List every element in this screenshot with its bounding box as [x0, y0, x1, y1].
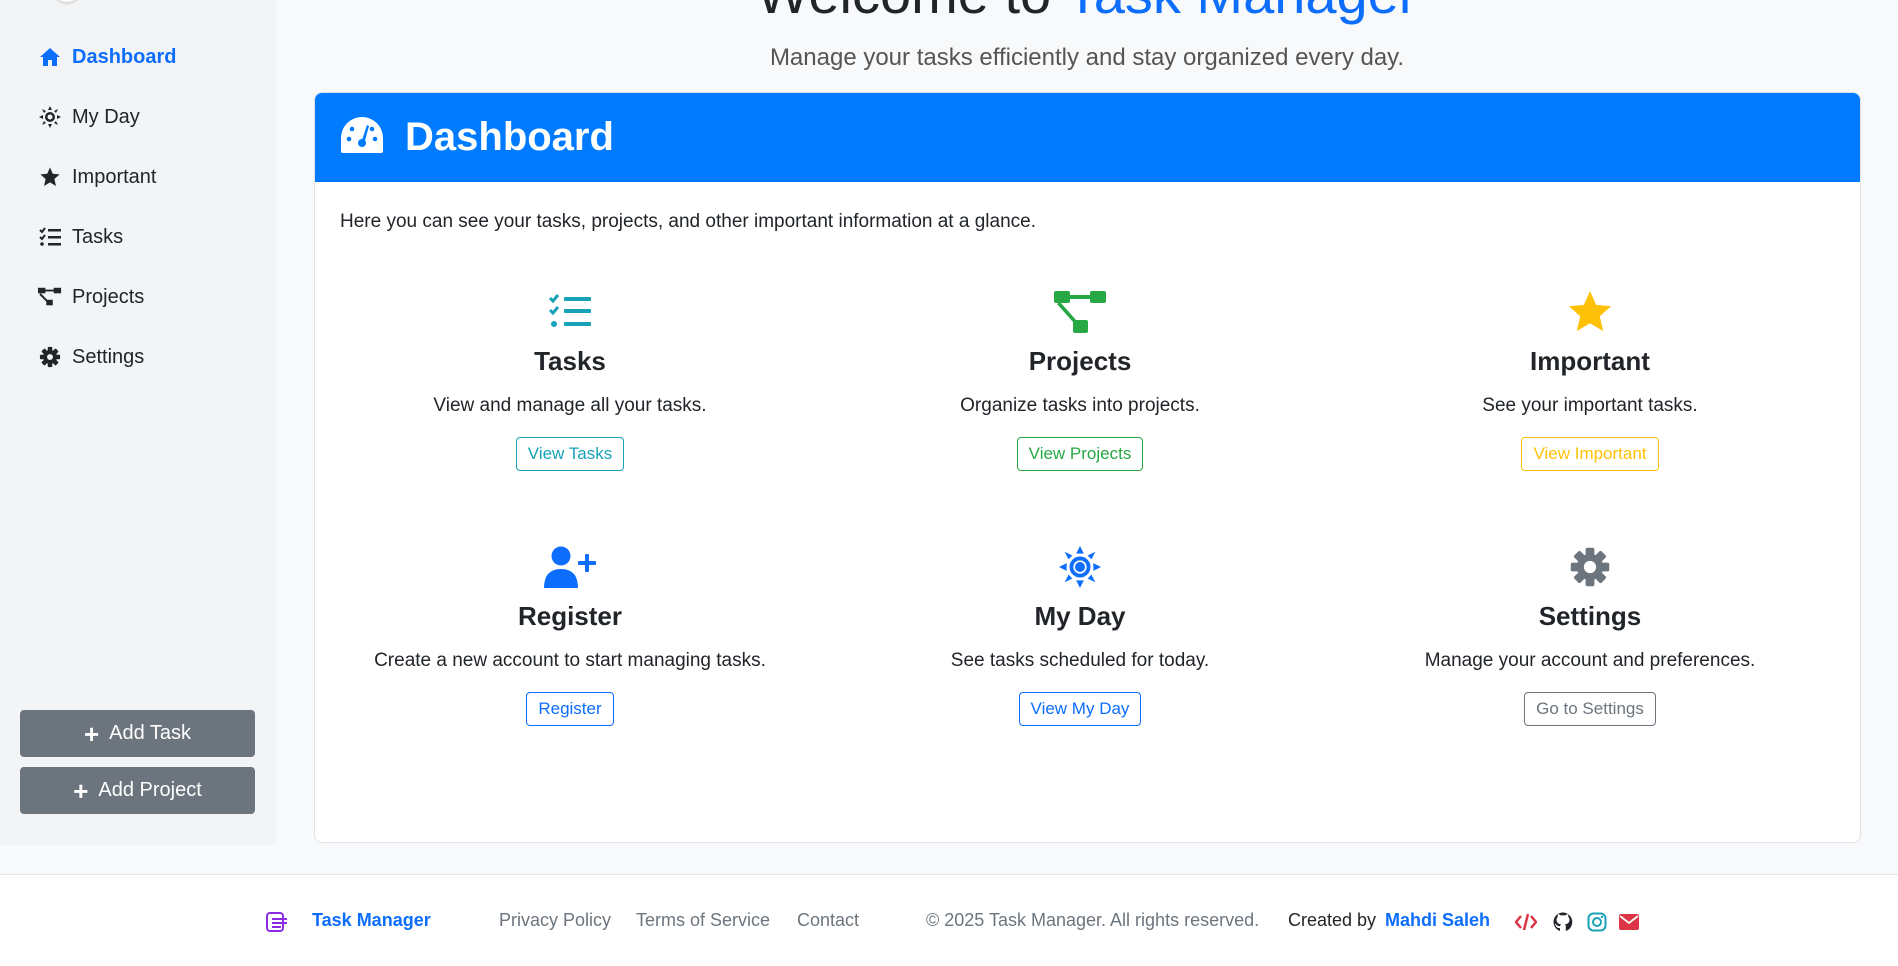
welcome-heading: Welcome to Task Manager	[276, 0, 1898, 22]
feature-settings: Settings Manage your account and prefere…	[1335, 543, 1845, 726]
sidebar-toggle[interactable]	[52, 0, 82, 2]
terms-of-service-link[interactable]: Terms of Service	[636, 910, 770, 931]
task-manager-logo-icon	[266, 912, 288, 937]
feature-register: Register Create a new account to start m…	[315, 543, 825, 726]
star-icon	[1335, 288, 1845, 336]
copyright-text: © 2025 Task Manager. All rights reserved…	[926, 910, 1260, 930]
contact-link[interactable]: Contact	[797, 910, 859, 931]
feature-important: Important See your important tasks. View…	[1335, 288, 1845, 471]
star-icon	[38, 165, 62, 189]
feature-description: See your important tasks.	[1482, 395, 1698, 416]
envelope-icon[interactable]	[1619, 914, 1639, 935]
code-icon[interactable]	[1514, 913, 1538, 936]
view-tasks-button[interactable]: View Tasks	[515, 437, 625, 471]
instagram-icon[interactable]	[1587, 912, 1607, 937]
list-check-icon	[38, 225, 62, 249]
sidebar: Dashboard My Day Important Tasks Project…	[0, 0, 276, 845]
project-diagram-icon	[38, 285, 62, 309]
add-project-label: Add Project	[98, 779, 202, 801]
feature-description: Organize tasks into projects.	[960, 395, 1200, 416]
list-check-icon	[315, 288, 825, 336]
github-icon[interactable]	[1553, 912, 1573, 937]
plus-icon: +	[83, 718, 100, 749]
feature-description: View and manage all your tasks.	[433, 395, 707, 416]
add-project-button[interactable]: + Add Project	[20, 767, 255, 814]
welcome-accent: Task Manager	[1066, 0, 1418, 25]
sidebar-item-projects[interactable]: Projects	[38, 277, 144, 317]
created-by-label: Created by	[1288, 910, 1377, 930]
gear-icon	[1335, 543, 1845, 591]
feature-title: My Day	[1034, 601, 1126, 631]
feature-description: See tasks scheduled for today.	[950, 650, 1210, 671]
dashboard-card: Dashboard Here you can see your tasks, p…	[314, 92, 1861, 843]
feature-description: Create a new account to start managing t…	[374, 650, 766, 671]
feature-title: Settings	[1538, 601, 1642, 631]
add-task-button[interactable]: + Add Task	[20, 710, 255, 757]
sidebar-item-label: Dashboard	[72, 45, 177, 68]
main-content: Welcome to Task Manager Manage your task…	[276, 0, 1898, 874]
author-link[interactable]: Mahdi Saleh	[1385, 910, 1490, 931]
sidebar-item-my-day[interactable]: My Day	[38, 97, 140, 137]
view-projects-button[interactable]: View Projects	[1016, 437, 1144, 471]
sidebar-item-dashboard[interactable]: Dashboard	[38, 37, 176, 77]
feature-title: Projects	[1028, 346, 1132, 376]
feature-title: Tasks	[534, 346, 606, 376]
sun-icon	[38, 105, 62, 129]
user-plus-icon	[315, 543, 825, 591]
sidebar-item-label: Tasks	[72, 225, 124, 248]
view-important-button[interactable]: View Important	[1521, 437, 1659, 471]
feature-title: Register	[517, 601, 623, 631]
card-title: Dashboard	[405, 115, 614, 159]
privacy-policy-link[interactable]: Privacy Policy	[499, 910, 611, 931]
welcome-prefix: Welcome to	[757, 0, 1052, 25]
page-subtitle: Manage your tasks efficiently and stay o…	[769, 44, 1405, 71]
gear-icon	[38, 345, 62, 369]
home-icon	[38, 45, 62, 69]
tachometer-icon	[339, 115, 385, 160]
sidebar-item-tasks[interactable]: Tasks	[38, 217, 123, 257]
card-intro: Here you can see your tasks, projects, a…	[340, 211, 1036, 232]
plus-icon: +	[73, 775, 89, 806]
feature-projects: Projects Organize tasks into projects. V…	[825, 288, 1335, 471]
sidebar-item-label: Settings	[72, 345, 145, 368]
sidebar-item-label: Projects	[72, 285, 145, 308]
register-button[interactable]: Register	[526, 692, 614, 726]
footer-brand-link[interactable]: Task Manager	[312, 910, 431, 931]
sidebar-item-label: My Day	[72, 105, 140, 128]
feature-tasks: Tasks View and manage all your tasks. Vi…	[315, 288, 825, 471]
sidebar-item-label: Important	[72, 165, 157, 188]
sidebar-item-important[interactable]: Important	[38, 157, 156, 197]
feature-title: Important	[1530, 346, 1650, 376]
view-my-day-button[interactable]: View My Day	[1018, 692, 1142, 726]
sun-icon	[825, 543, 1335, 591]
sidebar-item-settings[interactable]: Settings	[38, 337, 144, 377]
feature-my-day: My Day See tasks scheduled for today. Vi…	[825, 543, 1335, 726]
card-header: Dashboard	[315, 93, 1860, 182]
feature-description: Manage your account and preferences.	[1424, 650, 1756, 671]
footer: Task Manager Privacy Policy Terms of Ser…	[0, 874, 1898, 966]
project-diagram-icon	[825, 288, 1335, 336]
go-to-settings-button[interactable]: Go to Settings	[1524, 692, 1656, 726]
add-task-label: Add Task	[109, 722, 192, 744]
